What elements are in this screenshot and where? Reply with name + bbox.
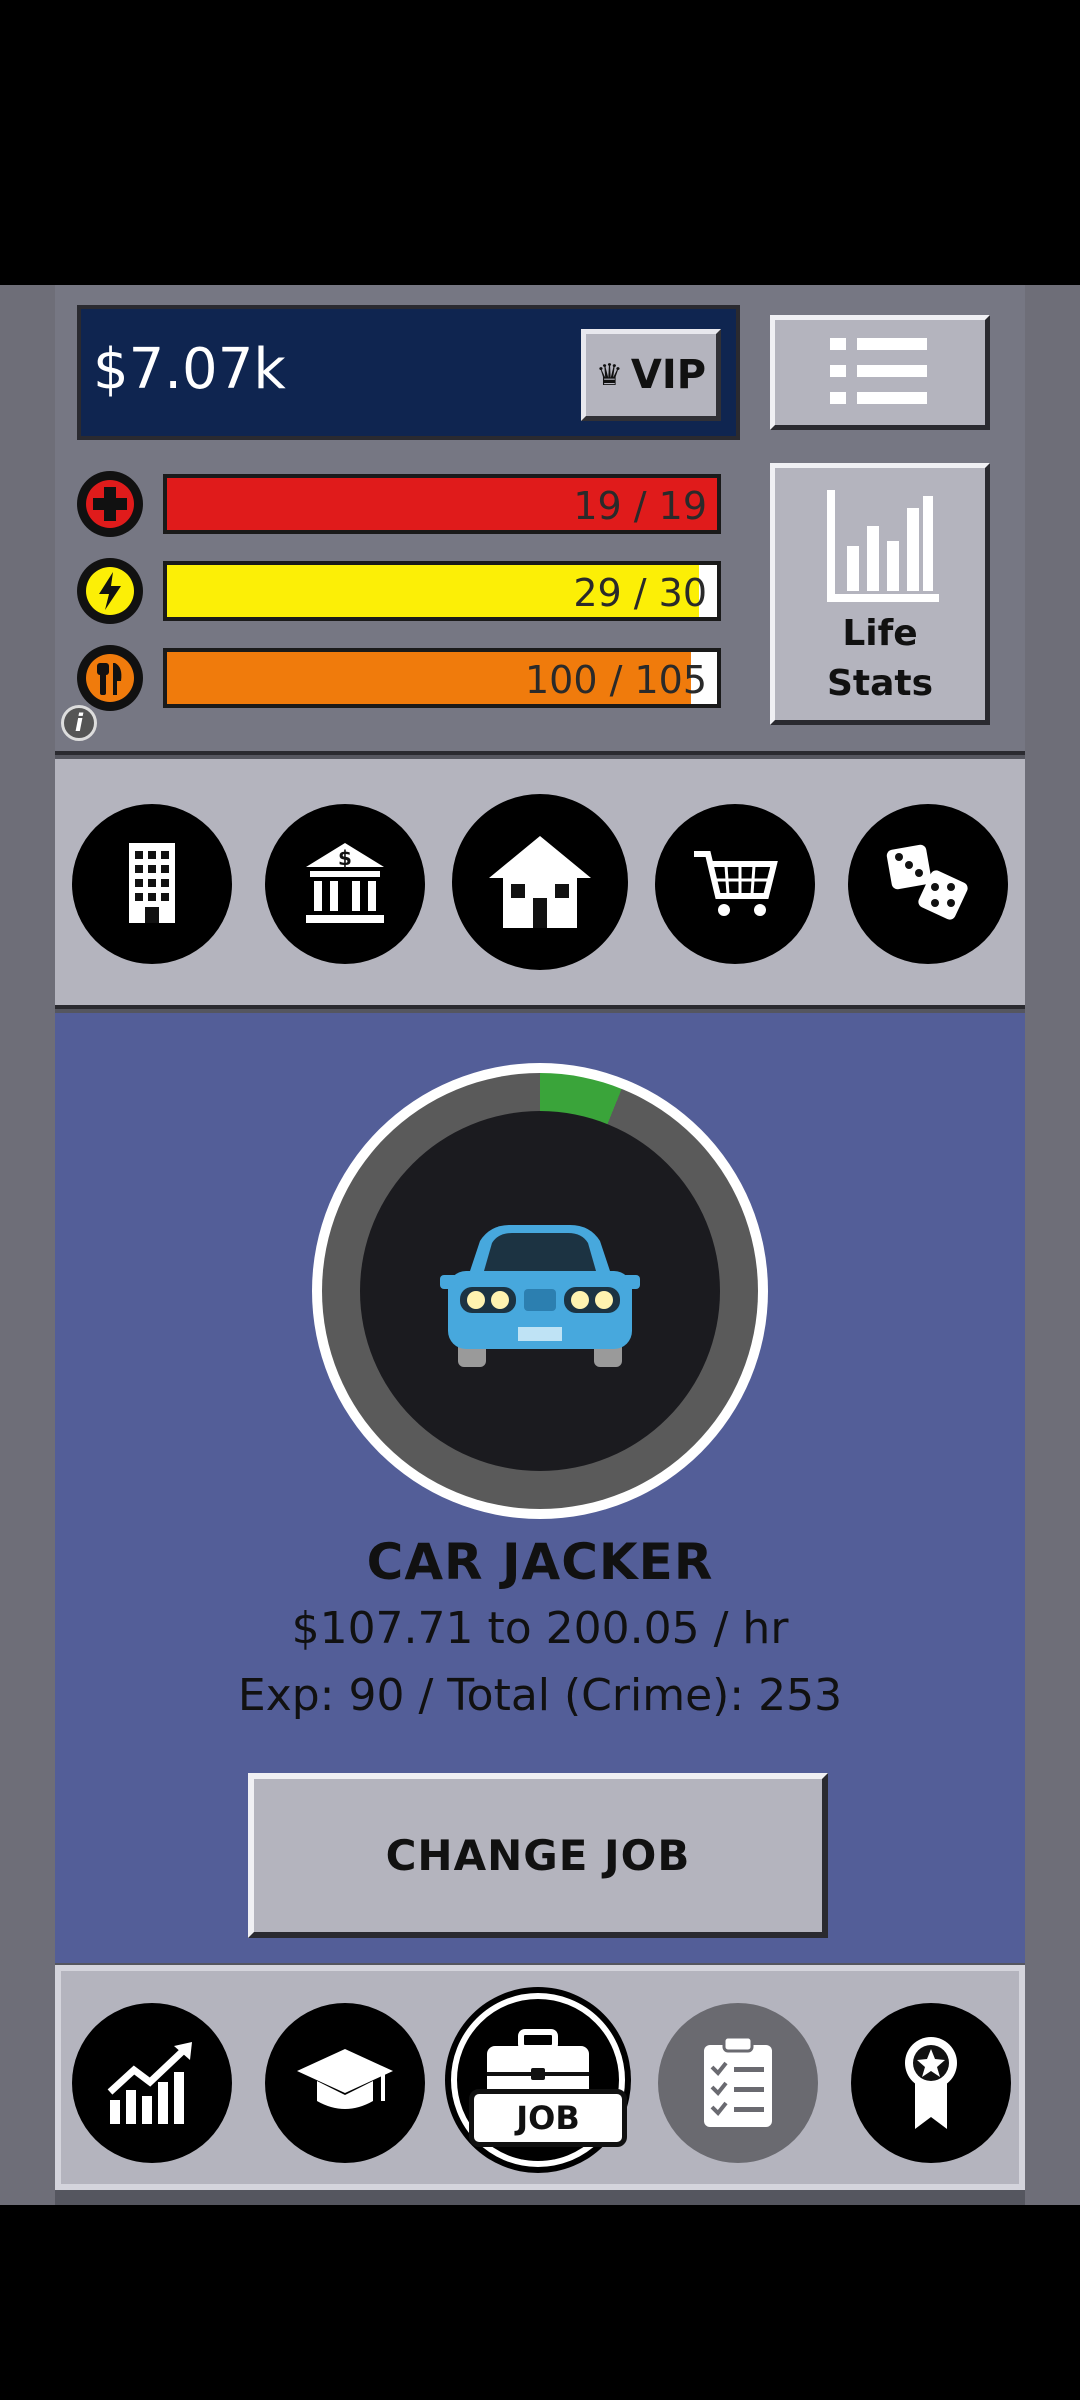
building-icon[interactable]	[72, 804, 232, 964]
money-display: $7.07k ♛ VIP	[77, 305, 740, 440]
lightning-icon	[77, 558, 143, 624]
health-value: 19 / 19	[573, 484, 707, 528]
menu-button[interactable]	[770, 315, 990, 430]
dice-icon[interactable]	[848, 804, 1008, 964]
job-pay: $107.71 to 200.05 / hr	[291, 1603, 789, 1654]
job-title: CAR JACKER	[366, 1533, 714, 1591]
shopping-cart-icon[interactable]	[655, 804, 815, 964]
car-icon	[440, 1225, 640, 1367]
energy-value: 29 / 30	[573, 571, 707, 615]
health-row: 19 / 19	[77, 471, 737, 537]
crown-icon: ♛	[595, 357, 623, 393]
bank-icon[interactable]: $	[265, 804, 425, 964]
info-icon[interactable]: i	[61, 705, 97, 741]
hunger-row: 100 / 105	[77, 645, 737, 711]
life-stats-button[interactable]: Life Stats	[770, 463, 990, 725]
svg-text:$: $	[338, 846, 352, 870]
money-amount: $7.07k	[93, 337, 286, 402]
right-margin	[1025, 285, 1080, 2205]
left-margin	[0, 285, 55, 2205]
bottom-nav: JOB	[55, 1965, 1025, 2190]
graduation-cap-icon[interactable]	[265, 2003, 425, 2163]
clipboard-checklist-icon[interactable]	[658, 2003, 818, 2163]
vip-button[interactable]: ♛ VIP	[581, 329, 721, 421]
energy-row: 29 / 30	[77, 558, 737, 624]
vip-label: VIP	[630, 352, 707, 398]
job-exp: Exp: 90 / Total (Crime): 253	[237, 1670, 843, 1721]
game-frame: $7.07k ♛ VIP Life Stats 19 / 19 29 / 30 …	[55, 285, 1025, 2205]
job-progress-ring[interactable]	[312, 1063, 768, 1519]
bar-chart-icon	[827, 490, 939, 602]
health-bar: 19 / 19	[163, 474, 721, 534]
job-progress-arc	[322, 1073, 758, 1509]
hunger-bar: 100 / 105	[163, 648, 721, 708]
energy-bar: 29 / 30	[163, 561, 721, 621]
house-icon[interactable]	[452, 794, 628, 970]
stocks-chart-icon[interactable]	[72, 2003, 232, 2163]
job-panel: CAR JACKER $107.71 to 200.05 / hr Exp: 9…	[55, 1013, 1025, 1963]
life-stats-label-2: Stats	[826, 663, 934, 704]
change-job-button[interactable]: CHANGE JOB	[248, 1773, 828, 1938]
award-ribbon-icon[interactable]	[851, 2003, 1011, 2163]
status-panel: $7.07k ♛ VIP Life Stats 19 / 19 29 / 30 …	[55, 285, 1025, 755]
location-nav: $	[55, 759, 1025, 1009]
life-stats-label-1: Life	[842, 613, 918, 654]
hunger-value: 100 / 105	[524, 658, 707, 702]
health-cross-icon	[77, 471, 143, 537]
fork-knife-icon	[77, 645, 143, 711]
job-tab-label: JOB	[469, 2089, 627, 2147]
job-icon-circle	[360, 1111, 720, 1471]
